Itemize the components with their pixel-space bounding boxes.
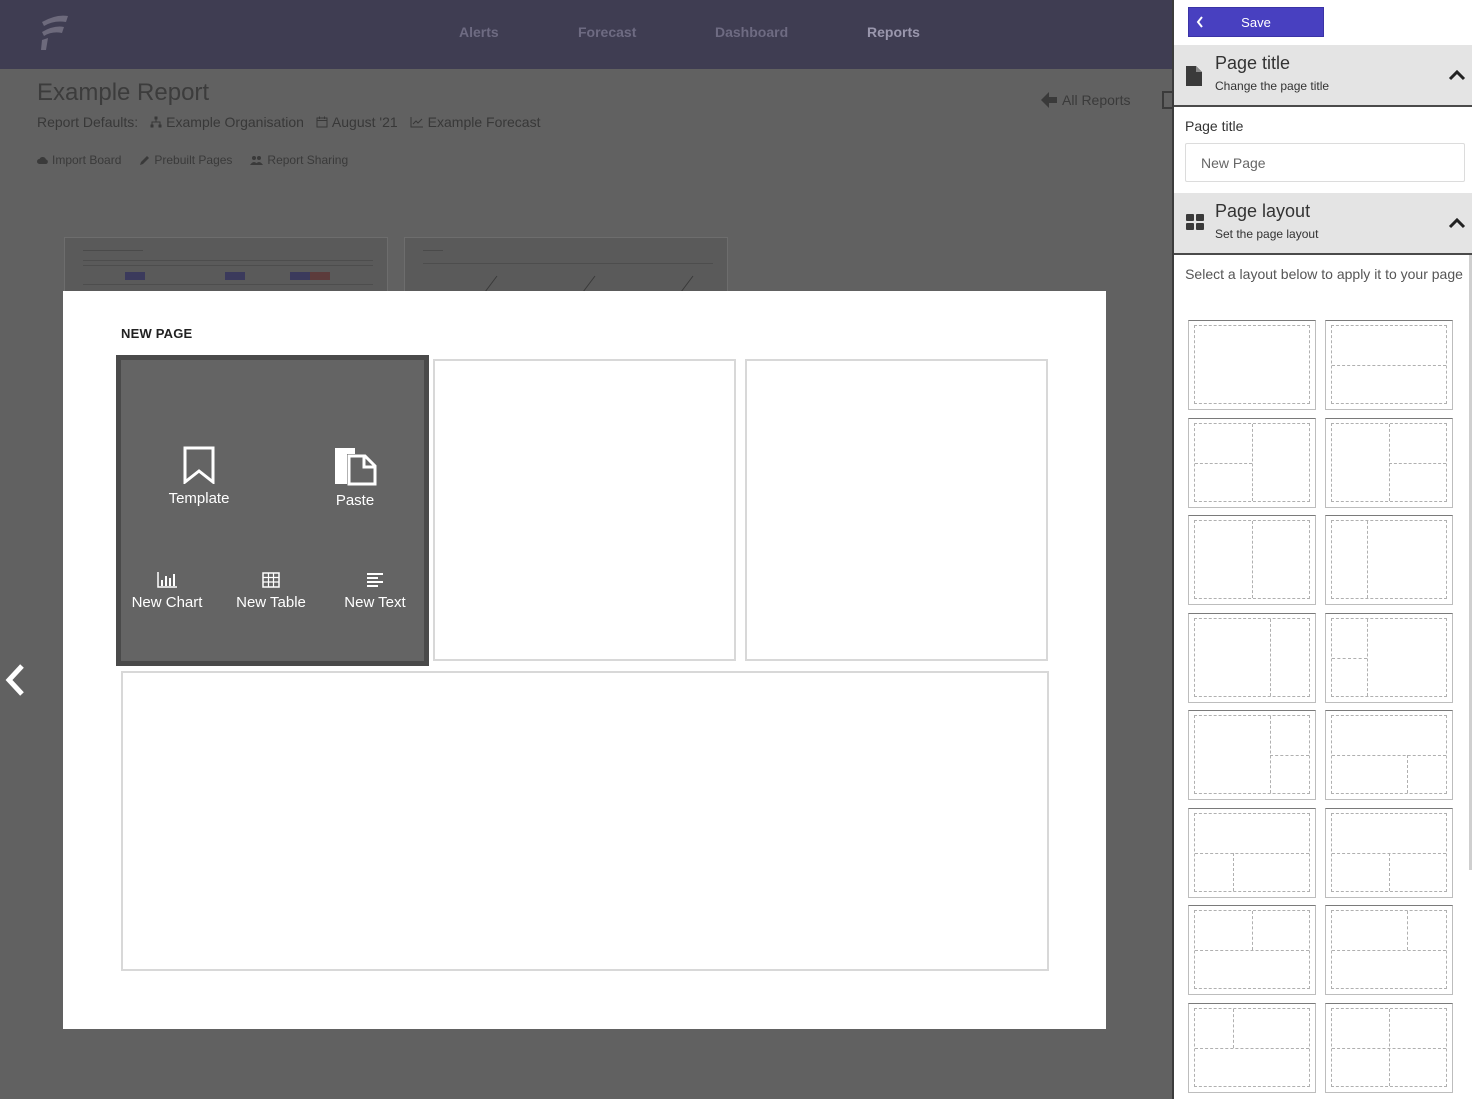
paste-button[interactable]: Paste: [315, 446, 395, 509]
new-text-label: New Text: [344, 594, 406, 611]
users-icon: [250, 156, 264, 165]
page-title-label: Page title: [1185, 118, 1244, 134]
arrow-left-icon: [1041, 92, 1057, 108]
layout-option[interactable]: [1188, 613, 1316, 703]
layout-option[interactable]: [1325, 418, 1453, 508]
prebuilt-pages-link[interactable]: Prebuilt Pages: [139, 153, 232, 167]
layout-slot[interactable]: [121, 671, 1049, 971]
report-defaults: Report Defaults: Example Organisation Au…: [37, 114, 540, 130]
layout-option[interactable]: [1325, 808, 1453, 898]
section-title: Page title: [1215, 53, 1291, 73]
all-reports-link[interactable]: All Reports: [1040, 91, 1130, 109]
layout-option[interactable]: [1188, 320, 1316, 410]
bar-chart-icon: [157, 572, 177, 588]
forecast-link[interactable]: Example Forecast: [410, 114, 541, 130]
save-report-icon[interactable]: [1162, 91, 1172, 109]
line-chart-thumb-icon: [485, 275, 694, 291]
nav-reports[interactable]: Reports: [867, 24, 920, 40]
page-layout-section-header[interactable]: Page layout Set the page layout: [1174, 193, 1472, 255]
app-logo-icon[interactable]: [38, 12, 72, 54]
line-chart-icon: [410, 117, 423, 128]
layout-option[interactable]: [1325, 1003, 1453, 1093]
layout-option[interactable]: [1325, 613, 1453, 703]
section-subtitle: Set the page layout: [1215, 227, 1319, 241]
report-sharing-link[interactable]: Report Sharing: [250, 153, 348, 167]
modal-title: NEW PAGE: [121, 326, 193, 341]
section-subtitle: Change the page title: [1215, 79, 1330, 93]
report-actions: Import Board Prebuilt Pages Report Shari…: [37, 153, 348, 167]
forecast-label: Example Forecast: [427, 114, 541, 130]
layout-help-text: Select a layout below to apply it to you…: [1185, 266, 1463, 282]
date-label: August '21: [331, 114, 398, 130]
layout-option[interactable]: [1325, 905, 1453, 995]
layout-option[interactable]: [1188, 905, 1316, 995]
nav-dashboard[interactable]: Dashboard: [715, 24, 788, 40]
report-sharing-label: Report Sharing: [267, 153, 349, 167]
date-link[interactable]: August '21: [316, 114, 398, 130]
new-table-button[interactable]: New Table: [231, 572, 311, 611]
table-icon: [262, 572, 280, 588]
report-defaults-label: Report Defaults:: [37, 114, 139, 130]
layout-option[interactable]: [1188, 808, 1316, 898]
chevron-up-icon[interactable]: [1448, 69, 1466, 81]
page-title-input[interactable]: [1185, 143, 1465, 182]
sitemap-icon: [150, 116, 162, 128]
save-label: Save: [1241, 14, 1271, 30]
file-icon: [1186, 66, 1202, 86]
cloud-upload-icon: [37, 157, 48, 164]
layout-option[interactable]: [1325, 320, 1453, 410]
layout-slot[interactable]: [745, 359, 1048, 661]
calendar-icon: [316, 116, 328, 128]
page-settings-sidebar: Save Page title Change the page title Pa…: [1172, 0, 1472, 1099]
report-page-thumbnail[interactable]: [404, 237, 728, 292]
new-table-label: New Table: [236, 594, 306, 611]
align-left-icon: [367, 573, 383, 587]
layout-option[interactable]: [1188, 1003, 1316, 1093]
all-reports-label: All Reports: [1062, 92, 1131, 108]
import-board-link[interactable]: Import Board: [37, 153, 121, 167]
report-title: Example Report: [37, 79, 210, 106]
organisation-label: Example Organisation: [166, 114, 304, 130]
template-label: Template: [168, 490, 230, 507]
grid-icon: [1186, 214, 1204, 230]
layout-option[interactable]: [1325, 710, 1453, 800]
layout-slot[interactable]: [433, 359, 736, 661]
layout-option[interactable]: [1188, 418, 1316, 508]
page-title-section-header[interactable]: Page title Change the page title: [1174, 45, 1472, 107]
paste-icon: [335, 448, 377, 486]
new-chart-button[interactable]: New Chart: [127, 572, 207, 611]
nav-forecast[interactable]: Forecast: [578, 24, 636, 40]
nav-alerts[interactable]: Alerts: [459, 24, 499, 40]
chevron-left-icon: [1196, 16, 1203, 28]
new-text-button[interactable]: New Text: [335, 572, 415, 611]
import-board-label: Import Board: [52, 153, 122, 167]
chevron-up-icon[interactable]: [1448, 217, 1466, 229]
template-button[interactable]: Template: [159, 446, 239, 507]
prebuilt-pages-label: Prebuilt Pages: [154, 153, 233, 167]
save-button[interactable]: Save: [1188, 7, 1324, 37]
paste-label: Paste: [335, 492, 375, 509]
layout-option[interactable]: [1188, 515, 1316, 605]
section-title: Page layout: [1215, 201, 1311, 221]
chevron-left-icon[interactable]: [3, 663, 27, 697]
pencil-icon: [140, 155, 150, 165]
organisation-link[interactable]: Example Organisation: [150, 114, 304, 130]
layout-option[interactable]: [1325, 515, 1453, 605]
layout-slot-selected[interactable]: Template Paste New Chart New Table New T…: [116, 355, 429, 666]
report-page-thumbnail[interactable]: [64, 237, 388, 292]
new-page-modal: NEW PAGE Template Paste New Chart New Ta…: [63, 291, 1106, 1029]
new-chart-label: New Chart: [131, 594, 203, 611]
bookmark-icon: [183, 446, 215, 484]
layout-option[interactable]: [1188, 710, 1316, 800]
